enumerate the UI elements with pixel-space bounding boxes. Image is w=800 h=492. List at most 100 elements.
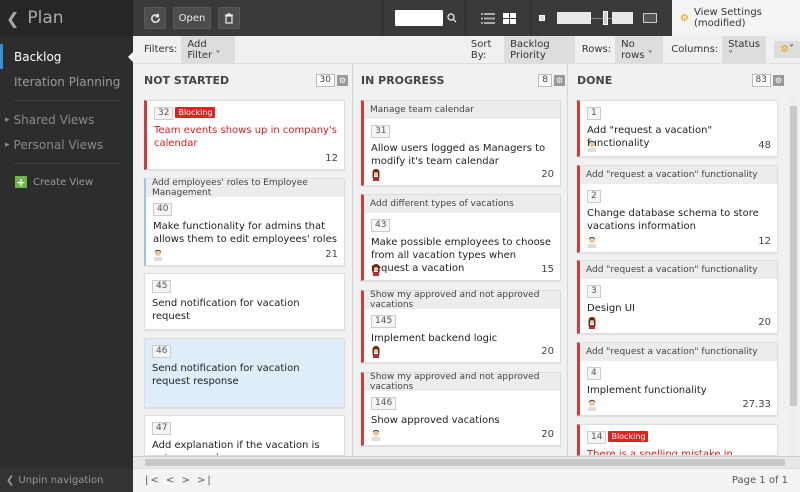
sidebar-group-shared-views[interactable]: ▸ Shared Views — [0, 107, 133, 132]
sidebar-group-personal-views[interactable]: ▸ Personal Views — [0, 132, 133, 157]
card-estimate: 20 — [758, 317, 771, 328]
card[interactable]: 46 Send notification for vacation reques… — [144, 338, 345, 408]
card-id: 43 — [371, 219, 391, 232]
card-title: There is a spelling mistake in vacation — [587, 449, 733, 456]
rows-value: No rows — [621, 38, 645, 61]
card-id: 47 — [152, 422, 172, 435]
unpin-label: Unpin navigation — [18, 474, 104, 486]
card-estimate: 12 — [758, 236, 771, 247]
column-count: 30 — [315, 73, 335, 87]
view-settings-label: View Settings (modified) — [693, 7, 762, 29]
pager-nav[interactable]: |< < > >| — [145, 475, 213, 486]
avatar — [372, 429, 380, 441]
card[interactable]: Show my approved and not approved vacati… — [361, 290, 561, 363]
column-gear-icon[interactable]: ⚙ — [554, 74, 565, 86]
columns-value: Status — [728, 38, 761, 50]
card[interactable]: 45 Send notification for vacation reques… — [144, 273, 345, 330]
vertical-scrollbar[interactable] — [789, 94, 798, 456]
card-id: 14 — [587, 431, 607, 444]
slider-handle[interactable] — [603, 11, 608, 25]
search-input[interactable] — [395, 10, 443, 26]
blocking-badge: Blocking — [608, 431, 649, 442]
scrollbar-thumb[interactable] — [145, 459, 785, 466]
column-count: 8 — [538, 73, 552, 87]
add-filter-dropdown[interactable]: Add Filter ˅ — [181, 35, 235, 64]
card[interactable]: 14 Blocking There is a spelling mistake i… — [577, 424, 778, 456]
card[interactable]: Add "request a vacation" functionality 4… — [577, 342, 778, 416]
chevron-left-icon[interactable]: ❮ — [6, 9, 19, 28]
toolbar: Open ⚙ View Settings (modified) — [133, 0, 800, 36]
avatar — [588, 140, 596, 152]
card-title: Make possible employees to choose from a… — [371, 237, 552, 274]
delete-button[interactable] — [218, 7, 240, 29]
unpin-navigation-button[interactable]: ❮ Unpin navigation — [0, 468, 133, 492]
zoom-slider[interactable] — [557, 11, 633, 25]
card-id: 32 — [154, 107, 174, 120]
caret-right-icon: ▸ — [5, 114, 10, 125]
create-view-button[interactable]: + Create View — [0, 170, 133, 194]
card-title: Add explanation if the vacation is not a… — [152, 440, 320, 455]
card-estimate: 48 — [758, 140, 771, 151]
columns-dropdown[interactable]: Status ˅ — [722, 35, 767, 64]
column-gear-icon[interactable]: ⚙ — [337, 74, 348, 86]
card-estimate: 12 — [325, 153, 338, 164]
card[interactable]: Add employees' roles to Employee Managem… — [144, 178, 345, 266]
rows-label: Rows: — [581, 44, 612, 55]
card-title: Design UI — [587, 303, 635, 314]
column-header: DONE 83 ⚙ — [566, 64, 788, 96]
card-title: Change database schema to store vacation… — [587, 208, 759, 232]
sidebar-header[interactable]: ❮ Plan — [0, 0, 133, 36]
card[interactable]: Add "request a vacation" functionality 3… — [577, 260, 778, 334]
card-estimate: 21 — [325, 249, 338, 260]
card[interactable]: 32 Blocking Team events shows up in compa… — [144, 100, 345, 170]
list-view-icon[interactable] — [480, 12, 495, 24]
blocking-badge: Blocking — [175, 107, 216, 118]
view-settings-button[interactable]: ⚙ View Settings (modified) — [672, 0, 800, 36]
column-gear-icon[interactable]: ⚙ — [773, 74, 784, 86]
sidebar-title: Plan — [27, 8, 64, 28]
horizontal-scrollbar[interactable] — [133, 456, 800, 468]
card[interactable]: 47 Add explanation if the vacation is no… — [144, 415, 345, 456]
columns-label: Columns: — [671, 44, 719, 55]
scrollbar-thumb[interactable] — [790, 106, 797, 406]
open-button[interactable]: Open — [173, 7, 211, 29]
filters-label: Filters: — [144, 44, 178, 55]
card-title: Make functionality for admins that allow… — [153, 221, 337, 245]
card-parent: Show my approved and not approved vacati… — [364, 372, 560, 392]
chevron-down-icon: ˅ — [647, 49, 653, 61]
card-id: 145 — [371, 315, 397, 328]
sidebar-item-backlog[interactable]: Backlog — [0, 44, 134, 69]
avatar — [372, 264, 380, 276]
divider — [14, 163, 119, 164]
card[interactable]: 1 Add "request a vacation" functionality… — [577, 100, 778, 157]
card-title: Implement functionality — [587, 385, 707, 396]
board-view-icon[interactable] — [502, 12, 516, 24]
add-filter-label: Add Filter — [187, 38, 213, 61]
pager: |< < > >| Page 1 of 1 — [133, 468, 800, 492]
rows-dropdown[interactable]: No rows ˅ — [615, 35, 664, 64]
column-title: NOT STARTED — [144, 73, 230, 87]
refresh-icon — [150, 13, 160, 23]
card[interactable]: Manage team calendar 31 Allow users logg… — [361, 100, 561, 186]
card-id: 4 — [587, 367, 601, 380]
sidebar-item-iteration-planning[interactable]: Iteration Planning — [0, 69, 133, 94]
column-count: 83 — [751, 73, 771, 87]
card[interactable]: Add different types of vacations 43 Make… — [361, 194, 561, 281]
board-settings-button[interactable]: ⚙˅ — [774, 41, 800, 58]
sort-by-dropdown[interactable]: Backlog Priority — [504, 35, 575, 64]
card-id: 45 — [152, 280, 172, 293]
card-title: Implement backend logic — [371, 333, 498, 344]
zoom-in-icon[interactable] — [643, 13, 657, 23]
plus-icon: + — [15, 175, 27, 189]
avatar — [588, 317, 596, 329]
sidebar-item-label: Iteration Planning — [14, 74, 121, 89]
refresh-button[interactable] — [144, 7, 166, 29]
search-icon[interactable] — [447, 13, 457, 23]
zoom-out-icon[interactable] — [539, 15, 545, 21]
caret-right-icon: ▸ — [5, 139, 10, 150]
card[interactable]: Add "request a vacation" functionality 2… — [577, 165, 778, 253]
card-title: Team events shows up in company's calend… — [154, 125, 337, 149]
card[interactable]: Show my approved and not approved vacati… — [361, 372, 561, 446]
card-title: Add "request a vacation" functionality — [587, 125, 713, 149]
card-title: Send notification for vacation request r… — [152, 363, 300, 387]
